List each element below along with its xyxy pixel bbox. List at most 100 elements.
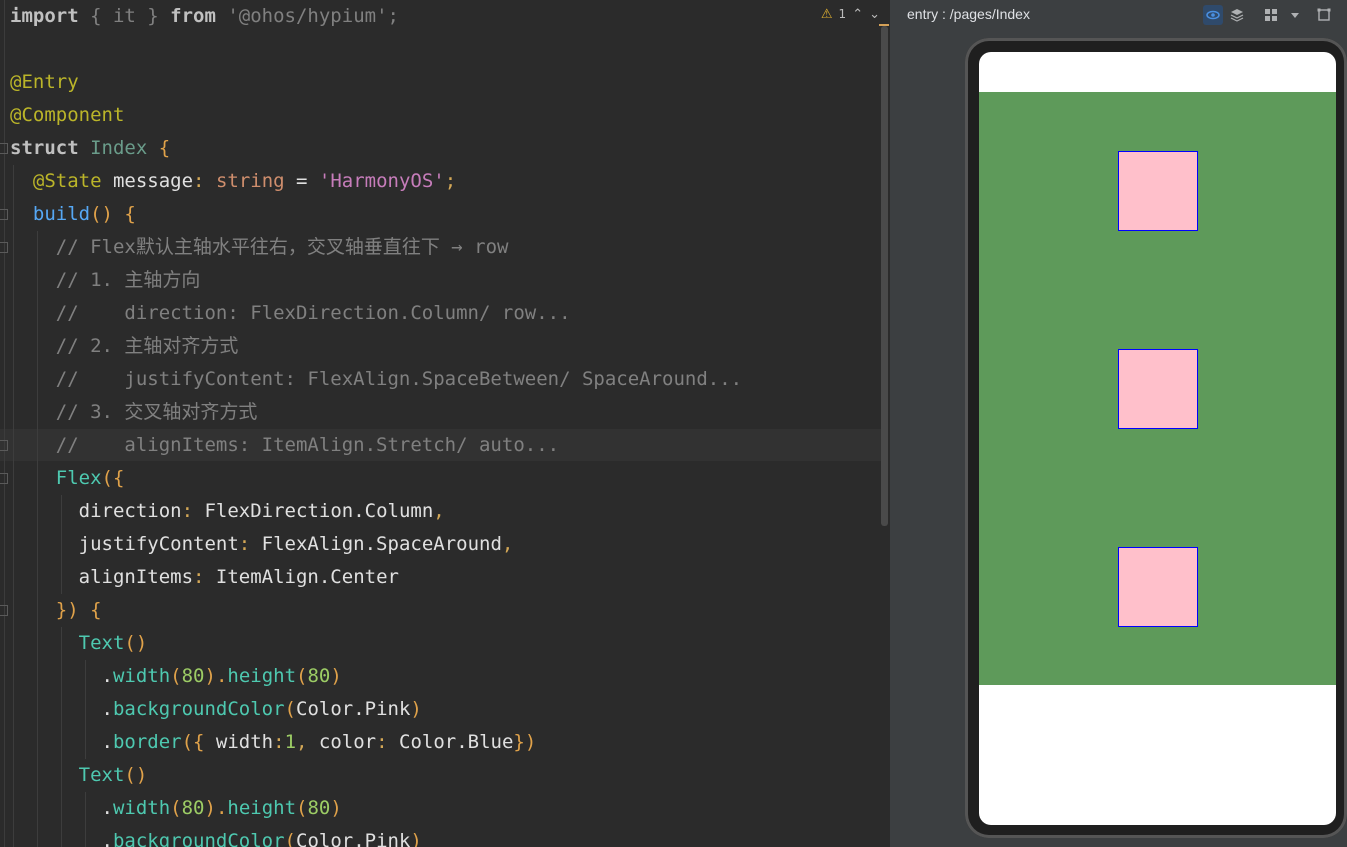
indent-guide [61,627,62,847]
code-line[interactable]: // Flex默认主轴水平往右，交叉轴垂直往下 → row [10,231,509,264]
code-line[interactable]: // 3. 交叉轴对齐方式 [10,396,258,429]
code-token: : [193,566,216,588]
code-token: // 3. 交叉轴对齐方式 [10,401,258,423]
warning-icon: ⚠ [820,6,833,22]
code-line[interactable]: .width(80).height(80) [10,660,342,693]
code-token: Color.Blue [399,731,514,753]
code-token: // justifyContent: FlexAlign.SpaceBetwee… [10,368,743,390]
code-token: Flex [55,467,102,489]
preview-title: entry : /pages/Index [907,6,1030,22]
code-token: struct [10,137,79,159]
code-token: height [227,797,297,819]
code-token: : [376,731,400,753]
code-token: 80 [307,797,331,819]
code-line[interactable]: import { it } from '@ohos/hypium'; [10,0,399,33]
code-token: ; [444,170,457,192]
indent-guide [61,495,62,594]
code-token: = [284,170,319,192]
eye-icon [1206,10,1220,20]
code-line[interactable]: struct Index { [10,132,170,165]
fullscreen-button[interactable] [1314,5,1334,25]
code-line[interactable]: build() { [10,198,136,231]
code-line[interactable]: .width(80).height(80) [10,792,342,825]
code-editor[interactable]: import { it } from '@ohos/hypium'; @Entry… [0,0,890,847]
code-token: @State [32,170,102,192]
flex-container[interactable] [979,92,1336,685]
code-token: border [112,731,182,753]
code-line[interactable]: @Entry [10,66,79,99]
code-token: : [181,500,205,522]
code-token: Color.Pink [296,698,411,720]
code-token: ( [284,830,296,847]
code-line[interactable]: .backgroundColor(Color.Pink) [10,693,422,726]
fold-marker[interactable] [0,143,8,154]
code-token: }) [513,731,537,753]
code-token: }) { [55,599,102,621]
code-line[interactable]: Text() [10,759,148,792]
fold-marker[interactable] [0,605,8,616]
warning-count: 1 [838,7,847,21]
code-line[interactable]: // 2. 主轴对齐方式 [10,330,239,363]
layers-button[interactable] [1227,5,1247,25]
indent-guide [85,660,86,759]
fold-marker[interactable] [0,440,8,451]
text-box[interactable] [1118,349,1198,429]
device-dropdown-button[interactable] [1285,5,1305,25]
code-token: 1 [284,731,297,753]
code-token: 80 [181,665,205,687]
previous-highlight-icon[interactable]: ⌃ [852,7,863,22]
next-highlight-icon[interactable]: ⌄ [869,7,880,22]
text-box[interactable] [1118,151,1198,231]
code-token: width [112,665,171,687]
code-token: ) [330,665,342,687]
chevron-down-icon [1291,13,1299,18]
code-line[interactable]: justifyContent: FlexAlign.SpaceAround, [10,528,514,561]
code-token: import [10,5,79,27]
fold-marker[interactable] [0,473,8,484]
code-line[interactable]: }) { [10,594,102,627]
fold-marker[interactable] [0,209,8,220]
inspection-widget[interactable]: ⚠ 1 ⌃ ⌄ [821,3,880,25]
code-token: from [170,5,216,27]
text-box[interactable] [1118,547,1198,627]
code-line[interactable]: alignItems: ItemAlign.Center [10,561,399,594]
code-token: () { [90,203,136,225]
code-token: : [238,533,262,555]
multi-device-button[interactable] [1261,5,1281,25]
code-token: ( [296,665,308,687]
code-line[interactable]: // justifyContent: FlexAlign.SpaceBetwee… [10,363,742,396]
code-token: @Entry [10,71,79,93]
code-line[interactable]: Flex({ [10,462,125,495]
code-token: ({ [101,467,125,489]
code-line[interactable]: // alignItems: ItemAlign.Stretch/ auto..… [10,429,559,462]
code-token: build [32,203,91,225]
fold-marker[interactable] [0,242,8,253]
code-line[interactable]: // 1. 主轴方向 [10,264,201,297]
code-line[interactable]: @Component [10,99,124,132]
code-token: Index [90,137,148,159]
code-line[interactable]: .border({ width:1, color: Color.Blue}) [10,726,537,759]
code-token: @Component [10,104,125,126]
code-line[interactable]: @State message: string = 'HarmonyOS'; [10,165,456,198]
device-screen[interactable] [979,52,1336,825]
code-token: color [318,731,377,753]
layers-icon [1230,9,1244,22]
code-token: height [227,665,297,687]
code-token: ( [170,797,182,819]
code-token: backgroundColor [112,698,285,720]
code-line[interactable]: .backgroundColor(Color.Pink) [10,825,422,847]
code-line[interactable]: Text() [10,627,148,660]
code-token: // 1. 主轴方向 [10,269,201,291]
code-token: ({ [181,731,216,753]
inspector-toggle-button[interactable] [1203,5,1223,25]
frame-icon [1317,8,1331,21]
code-line[interactable]: direction: FlexDirection.Column, [10,495,445,528]
code-token: FlexDirection.Column [204,500,434,522]
code-line[interactable]: // direction: FlexDirection.Column/ row.… [10,297,571,330]
vertical-scrollbar[interactable] [881,26,888,526]
indent-guide [85,792,86,847]
code-token: 80 [181,797,205,819]
